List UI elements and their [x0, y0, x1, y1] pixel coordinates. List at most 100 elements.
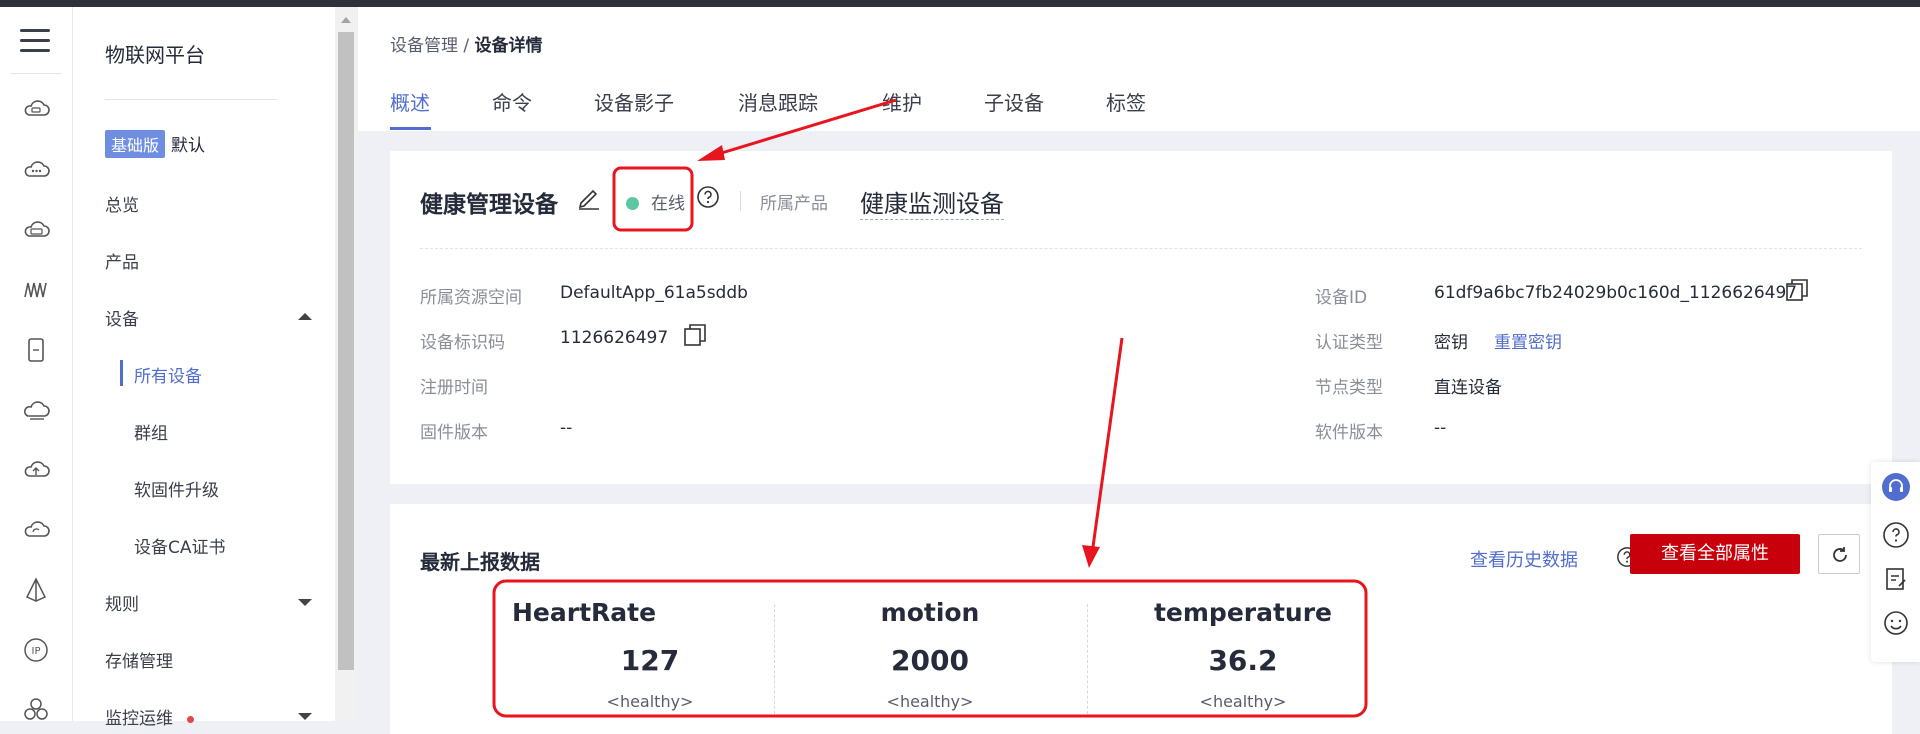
- sidebar-item-groups[interactable]: 群组: [134, 419, 168, 444]
- sidebar-item-storage[interactable]: 存储管理: [105, 647, 173, 672]
- node-type-label: 节点类型: [1315, 378, 1383, 398]
- metric-name: motion: [880, 598, 980, 627]
- help-circle-icon[interactable]: [1881, 520, 1911, 550]
- register-time-label: 注册时间: [420, 378, 488, 398]
- page-header: 设备管理 / 设备详情 概述 命令 设备影子 消息跟踪 维护 子设备 标签: [358, 7, 1920, 131]
- active-indicator: [120, 360, 123, 386]
- active-tab-underline: [390, 127, 431, 130]
- feedback-edit-icon[interactable]: [1881, 564, 1911, 594]
- scrollbar-thumb[interactable]: [338, 32, 354, 670]
- reset-secret-link[interactable]: 重置密钥: [1494, 328, 1562, 353]
- phone-device-icon[interactable]: [21, 335, 51, 365]
- status-text: 在线: [651, 194, 685, 214]
- copy-icon[interactable]: [1784, 277, 1810, 303]
- metric-status: <healthy>: [1199, 692, 1287, 711]
- help-circle-icon[interactable]: [696, 185, 720, 209]
- device-id-label: 设备ID: [1315, 288, 1368, 308]
- icon-rail: IP: [0, 7, 73, 721]
- edition-selector[interactable]: 基础版 默认: [105, 130, 205, 158]
- header-separator: [740, 191, 741, 211]
- window-top-bar: [0, 0, 1920, 7]
- metric-name: temperature: [1153, 598, 1333, 627]
- firmware-version-value: --: [560, 418, 573, 438]
- view-history-link[interactable]: 查看历史数据: [1470, 546, 1578, 572]
- alert-dot: [187, 715, 194, 723]
- latest-data-card: 最新上报数据 查看历史数据 查看全部属性 HeartRate 127 <heal…: [390, 504, 1892, 734]
- sidebar-item-products[interactable]: 产品: [105, 248, 139, 273]
- resource-space-label: 所属资源空间: [420, 288, 522, 308]
- status-badge: 在线: [626, 189, 685, 214]
- metric-name: HeartRate: [512, 598, 657, 627]
- monitoring-label: 监控运维: [105, 709, 173, 729]
- sidebar-item-ota[interactable]: 软固件升级: [134, 476, 219, 501]
- dashed-divider: [420, 248, 1862, 249]
- tab-maintenance[interactable]: 维护: [882, 87, 922, 116]
- node-id-label: 设备标识码: [420, 333, 505, 353]
- breadcrumb: 设备管理 / 设备详情: [390, 31, 543, 56]
- metric-status: <healthy>: [886, 692, 974, 711]
- sidebar-nav: 物联网平台 基础版 默认 总览 产品 设备 所有设备 群组 软固件升级 设备CA证…: [73, 7, 335, 729]
- metric-value: 36.2: [1208, 644, 1278, 677]
- cloud-server-icon[interactable]: [21, 215, 51, 245]
- sidebar-item-rules[interactable]: 规则: [105, 590, 139, 615]
- refresh-icon: [1833, 547, 1847, 562]
- scroll-up-arrow-icon[interactable]: [341, 17, 351, 23]
- metric-card: HeartRate 127 <healthy>: [494, 584, 806, 719]
- device-id-value: 61df9a6bc7fb24029b0c160d_1126626497: [1434, 283, 1798, 303]
- node-id-value: 1126626497: [560, 328, 669, 348]
- sidebar-item-devices[interactable]: 设备: [105, 305, 139, 330]
- edit-pencil-icon[interactable]: [576, 184, 602, 210]
- software-version-label: 软件版本: [1315, 423, 1383, 443]
- main-content: 设备管理 / 设备详情 概述 命令 设备影子 消息跟踪 维护 子设备 标签 健康…: [358, 7, 1920, 734]
- cloud-dots-icon[interactable]: [21, 155, 51, 185]
- cloud-sync-icon[interactable]: [21, 515, 51, 545]
- software-version-value: --: [1434, 418, 1447, 438]
- edition-badge: 基础版: [105, 130, 166, 158]
- sidebar-item-monitoring[interactable]: 监控运维: [105, 704, 194, 729]
- chevron-down-icon[interactable]: [298, 599, 312, 606]
- floating-helper-panel: [1871, 462, 1920, 662]
- refresh-button[interactable]: [1818, 534, 1860, 574]
- svg-text:IP: IP: [32, 646, 41, 657]
- nav-divider: [105, 99, 277, 100]
- customer-service-icon[interactable]: [1881, 472, 1911, 502]
- tab-subdevices[interactable]: 子设备: [984, 87, 1044, 116]
- sidebar-item-ca-cert[interactable]: 设备CA证书: [134, 533, 226, 558]
- ip-icon[interactable]: IP: [21, 635, 51, 665]
- rail-divider: [10, 73, 62, 74]
- tab-device-shadow[interactable]: 设备影子: [594, 87, 674, 116]
- metric-card: motion 2000 <healthy>: [774, 584, 1086, 719]
- chevron-down-icon[interactable]: [298, 713, 312, 720]
- product-label: 所属产品: [760, 194, 828, 214]
- auth-type-label: 认证类型: [1315, 333, 1383, 353]
- tab-commands[interactable]: 命令: [492, 87, 532, 116]
- network-node-icon[interactable]: [21, 575, 51, 605]
- tab-overview[interactable]: 概述: [390, 87, 430, 116]
- firmware-version-label: 固件版本: [420, 423, 488, 443]
- latest-data-heading: 最新上报数据: [420, 550, 540, 574]
- cloud-stack-icon[interactable]: [21, 395, 51, 425]
- device-info-card: 健康管理设备 在线 所属产品 健康监测设备 所属资源空间 DefaultApp_…: [390, 151, 1892, 484]
- view-all-properties-button[interactable]: 查看全部属性: [1630, 534, 1800, 574]
- product-link[interactable]: 健康监测设备: [860, 184, 1004, 220]
- breadcrumb-current: 设备详情: [474, 36, 543, 56]
- sidebar-item-overview[interactable]: 总览: [105, 191, 139, 216]
- menu-hamburger-icon[interactable]: [20, 29, 50, 59]
- signal-wave-icon[interactable]: [21, 275, 51, 305]
- auth-type-value: 密钥: [1434, 333, 1468, 353]
- nav-scrollbar[interactable]: [335, 7, 357, 721]
- node-type-value: 直连设备: [1434, 378, 1502, 398]
- metric-value: 2000: [891, 644, 969, 677]
- copy-icon[interactable]: [682, 322, 708, 348]
- cloud-upload-icon[interactable]: [21, 455, 51, 485]
- smiley-feedback-icon[interactable]: [1881, 608, 1911, 638]
- tab-message-trace[interactable]: 消息跟踪: [738, 87, 818, 116]
- edition-name: 默认: [171, 136, 206, 156]
- breadcrumb-parent[interactable]: 设备管理 /: [390, 36, 475, 56]
- tab-tags[interactable]: 标签: [1106, 87, 1146, 116]
- metric-status: <healthy>: [606, 692, 694, 711]
- metric-value: 127: [620, 644, 680, 677]
- chevron-up-icon[interactable]: [298, 313, 312, 320]
- cloud-device-icon[interactable]: [21, 95, 51, 125]
- sidebar-item-all-devices[interactable]: 所有设备: [134, 362, 202, 387]
